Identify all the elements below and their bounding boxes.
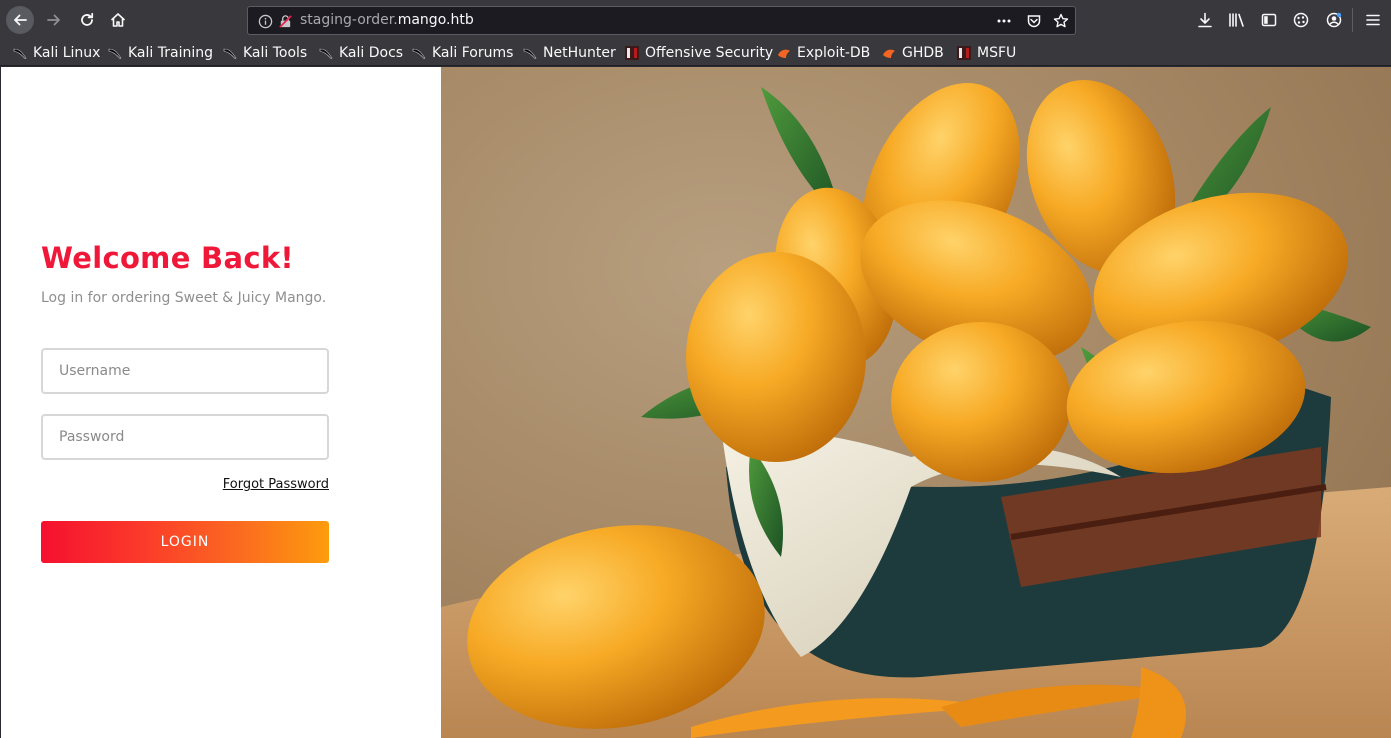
download-icon[interactable] — [1196, 11, 1214, 29]
star-icon[interactable] — [1052, 12, 1070, 30]
page-viewport: Welcome Back! Log in for ordering Sweet … — [0, 67, 1391, 738]
insecure-lock-icon[interactable] — [276, 12, 294, 30]
bookmark-nethunter[interactable]: NetHunter — [522, 43, 616, 63]
forgot-password-link[interactable]: Forgot Password — [221, 477, 329, 492]
mango — [686, 252, 866, 462]
offsec-icon — [624, 45, 640, 61]
bookmark-offensive-security[interactable]: Offensive Security — [624, 43, 773, 63]
exploitdb-icon — [776, 45, 792, 61]
url-prefix: staging-order. — [300, 12, 398, 28]
bookmarks-toolbar: Kali Linux Kali Training Kali Tools Kali… — [0, 40, 1391, 66]
toolbar-separator — [1352, 8, 1353, 32]
bookmark-kali-forums[interactable]: Kali Forums — [411, 43, 513, 63]
offsec-icon — [956, 45, 972, 61]
reload-icon[interactable] — [73, 6, 101, 34]
bookmark-ghdb[interactable]: GHDB — [881, 43, 944, 63]
bookmark-msfu[interactable]: MSFU — [956, 43, 1016, 63]
kali-dragon-icon — [318, 45, 334, 61]
kali-dragon-icon — [12, 45, 28, 61]
forward-arrow-icon[interactable] — [40, 6, 68, 34]
kali-dragon-icon — [107, 45, 123, 61]
bookmark-label: Kali Docs — [339, 45, 404, 61]
library-icon[interactable] — [1228, 11, 1246, 29]
bookmark-label: GHDB — [902, 45, 944, 61]
bookmark-label: NetHunter — [543, 45, 616, 61]
bookmark-kali-training[interactable]: Kali Training — [107, 43, 213, 63]
bookmark-label: Kali Tools — [243, 45, 308, 61]
url-domain: mango.htb — [397, 12, 474, 28]
hero-illustration — [441, 80, 1391, 738]
bookmark-kali-linux[interactable]: Kali Linux — [12, 43, 100, 63]
bookmark-label: Kali Training — [128, 45, 213, 61]
url-text: staging-order.mango.htb — [300, 12, 474, 28]
bookmark-label: Kali Forums — [432, 45, 514, 61]
home-icon[interactable] — [104, 6, 132, 34]
url-bar[interactable]: staging-order.mango.htb — [247, 6, 1076, 35]
login-button[interactable]: LOGIN — [41, 521, 329, 563]
extensions-icon[interactable] — [1292, 11, 1310, 29]
bookmark-label: MSFU — [977, 45, 1017, 61]
ellipsis-icon[interactable] — [995, 12, 1013, 30]
bookmark-kali-tools[interactable]: Kali Tools — [222, 43, 307, 63]
page-title: Welcome Back! — [41, 241, 294, 275]
browser-toolbar: staging-order.mango.htb — [0, 0, 1391, 40]
bookmark-exploit-db[interactable]: Exploit-DB — [776, 43, 870, 63]
info-icon[interactable] — [256, 12, 274, 30]
password-input[interactable] — [41, 414, 329, 460]
pocket-icon[interactable] — [1025, 12, 1043, 30]
mango-basket-image — [441, 67, 1391, 738]
bookmark-label: Kali Linux — [33, 45, 101, 61]
sidebar-icon[interactable] — [1260, 11, 1278, 29]
kali-dragon-icon — [522, 45, 538, 61]
exploitdb-icon — [881, 45, 897, 61]
bookmark-label: Offensive Security — [645, 45, 774, 61]
mango — [891, 322, 1071, 482]
kali-dragon-icon — [411, 45, 427, 61]
username-input[interactable] — [41, 348, 329, 394]
page-subtitle: Log in for ordering Sweet & Juicy Mango. — [41, 290, 327, 306]
account-icon[interactable] — [1325, 11, 1343, 29]
back-arrow-icon[interactable] — [6, 6, 34, 34]
hamburger-menu-icon[interactable] — [1364, 11, 1382, 29]
bookmark-kali-docs[interactable]: Kali Docs — [318, 43, 403, 63]
login-panel: Welcome Back! Log in for ordering Sweet … — [0, 67, 441, 738]
bookmark-label: Exploit-DB — [797, 45, 871, 61]
kali-dragon-icon — [222, 45, 238, 61]
